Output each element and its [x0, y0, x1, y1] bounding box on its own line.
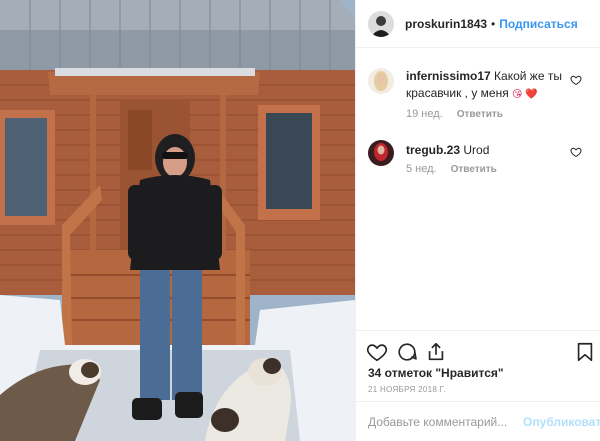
publish-button[interactable]: Опубликовать [523, 415, 600, 429]
post-sidebar: proskurin1843 • Подписаться infernissimo… [355, 0, 600, 441]
comment-item: tregub.23 Urod 5 нед. Ответить [368, 140, 594, 180]
comment-text: Urod [463, 143, 490, 157]
comments-list: infernissimo17 Какой же ты красавчик , у… [356, 48, 600, 330]
comment-input[interactable] [368, 414, 523, 429]
post-photo[interactable] [0, 0, 355, 441]
commenter-avatar[interactable] [368, 68, 394, 94]
heart-icon[interactable] [366, 341, 388, 363]
comment-meta: 5 нед. Ответить [406, 163, 497, 175]
comment-emoji: 😘 ❤️ [512, 89, 538, 100]
comment-item: infernissimo17 Какой же ты красавчик , у… [368, 68, 594, 128]
share-icon[interactable] [425, 341, 447, 363]
comment-body: infernissimo17 Какой же ты красавчик , у… [406, 68, 566, 103]
separator-dot: • [491, 16, 496, 31]
post-date[interactable]: 21 НОЯБРЯ 2018 Г. [368, 385, 446, 394]
reply-button[interactable]: Ответить [451, 164, 497, 175]
comment-body: tregub.23 Urod [406, 142, 566, 159]
post-header: proskurin1843 • Подписаться [356, 0, 600, 48]
comment-username[interactable]: tregub.23 [406, 143, 460, 157]
author-avatar[interactable] [368, 10, 394, 37]
post-actions: 34 отметок "Нравится" 21 НОЯБРЯ 2018 Г. [356, 330, 600, 400]
likes-count[interactable]: 34 отметок "Нравится" [368, 366, 504, 380]
photo-illustration [0, 0, 355, 441]
comment-heart-icon[interactable] [570, 146, 582, 158]
comment-username[interactable]: infernissimo17 [406, 69, 491, 83]
comment-time[interactable]: 19 нед. [406, 108, 443, 120]
follow-button[interactable]: Подписаться [499, 17, 577, 31]
add-comment-bar: Опубликовать [356, 401, 600, 441]
bookmark-icon[interactable] [574, 341, 596, 363]
comment-heart-icon[interactable] [570, 74, 582, 86]
author-username[interactable]: proskurin1843 [405, 17, 487, 31]
reply-button[interactable]: Ответить [457, 109, 503, 120]
comment-time[interactable]: 5 нед. [406, 163, 437, 175]
comment-icon[interactable] [396, 341, 418, 363]
comment-meta: 19 нед. Ответить [406, 108, 503, 120]
commenter-avatar[interactable] [368, 140, 394, 166]
